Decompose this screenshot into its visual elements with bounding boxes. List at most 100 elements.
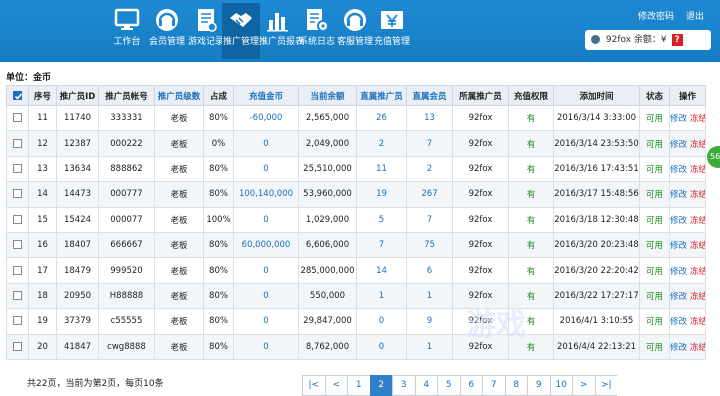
direct-promoters-cell[interactable]: 7 — [356, 231, 407, 259]
direct-promoters-cell[interactable]: 14 — [356, 257, 407, 284]
recharge-coins-cell[interactable]: 0 — [233, 155, 299, 183]
freeze-link[interactable]: 冻结 — [690, 114, 704, 124]
row-checkbox[interactable] — [13, 189, 22, 199]
direct-members-cell[interactable]: 9 — [406, 308, 453, 335]
page-button[interactable]: 8 — [504, 375, 527, 396]
unit-label: 单位：金币 — [6, 73, 52, 83]
edit-link[interactable]: 修改 — [671, 241, 688, 251]
direct-promoters-cell[interactable]: 0 — [356, 333, 407, 360]
page-button[interactable]: 10 — [549, 375, 572, 396]
freeze-link[interactable]: 冻结 — [690, 165, 704, 175]
nav-item-4[interactable]: 推广管理 — [222, 3, 260, 59]
actions-cell: 修改 冻结 — [669, 181, 706, 208]
nav-item-8[interactable]: 充值管理 — [373, 3, 411, 59]
add-time-cell: 2016/3/14 3:33:00 — [553, 104, 640, 132]
page-button[interactable]: 9 — [527, 375, 550, 396]
row-select-cell — [6, 181, 29, 208]
nav-item-2[interactable]: 会员管理 — [148, 3, 186, 59]
direct-promoters-cell[interactable]: 0 — [356, 308, 407, 335]
table-row: 13 13634 888862 老板 80% 0 25,510,000 11 2 92fox 有 20… — [6, 155, 706, 183]
account-cell: 000777 — [98, 181, 155, 208]
direct-members-cell[interactable]: 7 — [406, 130, 453, 157]
edit-link[interactable]: 修改 — [671, 140, 688, 150]
direct-members-cell[interactable]: 1 — [406, 333, 453, 360]
recharge-coins-cell[interactable]: 0 — [233, 257, 299, 284]
column-header[interactable]: 推广员级数 — [154, 85, 204, 106]
recharge-coins-cell[interactable]: 100,140,000 — [233, 181, 299, 208]
column-header[interactable]: 直属推广员 — [356, 85, 407, 106]
recharge-coins-cell[interactable]: 0 — [233, 333, 299, 360]
row-checkbox[interactable] — [13, 214, 22, 224]
share-cell: 80% — [203, 333, 234, 360]
side-float-button[interactable]: 56 — [707, 146, 720, 168]
recharge-coins-cell[interactable]: -60,000 — [233, 104, 299, 132]
nav-item-6[interactable]: 系统日志 — [298, 3, 336, 59]
column-header[interactable]: 充值金币 — [233, 85, 299, 106]
level-cell: 老板 — [154, 155, 204, 183]
edit-link[interactable]: 修改 — [671, 216, 688, 226]
row-checkbox[interactable] — [13, 240, 22, 250]
direct-promoters-cell[interactable]: 2 — [356, 130, 407, 157]
select-all-checkbox[interactable] — [13, 90, 23, 100]
page-button[interactable]: 1 — [347, 375, 370, 396]
nav-item-5[interactable]: 推广员报表 — [259, 3, 304, 59]
direct-promoters-cell[interactable]: 26 — [356, 104, 407, 132]
direct-members-cell[interactable]: 267 — [406, 181, 453, 208]
nav-item-7[interactable]: 客服管理 — [336, 3, 374, 59]
edit-link[interactable]: 修改 — [671, 190, 688, 200]
row-checkbox[interactable] — [13, 290, 22, 300]
recharge-coins-cell[interactable]: 0 — [233, 282, 299, 310]
column-header[interactable]: 直属会员 — [406, 85, 453, 106]
page-button[interactable]: >| — [594, 375, 617, 396]
row-checkbox[interactable] — [13, 265, 22, 275]
freeze-link[interactable]: 冻结 — [690, 140, 704, 150]
page-button[interactable]: |< — [302, 375, 325, 396]
direct-promoters-cell[interactable]: 19 — [356, 181, 407, 208]
freeze-link[interactable]: 冻结 — [690, 267, 704, 277]
direct-promoters-cell[interactable]: 1 — [356, 282, 407, 310]
page-button[interactable]: 3 — [392, 375, 415, 396]
page-button[interactable]: 5 — [437, 375, 460, 396]
direct-promoters-cell[interactable]: 5 — [356, 206, 407, 233]
direct-members-cell[interactable]: 7 — [406, 206, 453, 233]
logout-link[interactable]: 退出 — [686, 9, 704, 22]
direct-members-cell[interactable]: 75 — [406, 231, 453, 259]
page-button[interactable]: > — [572, 375, 595, 396]
actions-cell: 修改 冻结 — [669, 206, 706, 233]
direct-members-cell[interactable]: 2 — [406, 155, 453, 183]
row-checkbox[interactable] — [13, 113, 22, 123]
page-button[interactable]: 6 — [459, 375, 482, 396]
recharge-coins-cell[interactable]: 0 — [233, 130, 299, 157]
freeze-link[interactable]: 冻结 — [690, 216, 704, 226]
edit-link[interactable]: 修改 — [671, 165, 688, 175]
edit-link[interactable]: 修改 — [671, 267, 688, 277]
column-header[interactable]: 当前余额 — [298, 85, 357, 106]
page-button[interactable]: 2 — [369, 375, 392, 396]
row-checkbox[interactable] — [13, 163, 22, 173]
direct-members-cell[interactable]: 6 — [406, 257, 453, 284]
direct-promoters-cell[interactable]: 11 — [356, 155, 407, 183]
recharge-coins-cell[interactable]: 60,000,000 — [233, 231, 299, 259]
freeze-link[interactable]: 冻结 — [690, 241, 704, 251]
direct-members-cell[interactable]: 1 — [406, 282, 453, 310]
recharge-coins-cell[interactable]: 0 — [233, 206, 299, 233]
recharge-permission-cell: 有 — [508, 181, 554, 208]
direct-members-cell[interactable]: 13 — [406, 104, 453, 132]
select-all-header[interactable] — [6, 85, 29, 106]
recharge-coins-cell[interactable]: 0 — [233, 308, 299, 335]
change-password-link[interactable]: 修改密码 — [638, 9, 674, 22]
nav-item-1[interactable]: 工作台 — [108, 3, 146, 59]
account-cell: 666667 — [98, 231, 155, 259]
help-icon[interactable]: ? — [671, 34, 683, 46]
page-button[interactable]: 4 — [414, 375, 437, 396]
edit-link[interactable]: 修改 — [671, 114, 688, 124]
freeze-link[interactable]: 冻结 — [690, 190, 704, 200]
row-checkbox[interactable] — [13, 138, 22, 148]
page-button[interactable]: < — [324, 375, 347, 396]
nav-item-3[interactable]: 游戏记录 — [187, 3, 225, 59]
page-button[interactable]: 7 — [482, 375, 505, 396]
row-checkbox[interactable] — [13, 341, 22, 351]
row-checkbox[interactable] — [13, 316, 22, 326]
row-select-cell — [6, 104, 29, 132]
nav-item-label: 工作台 — [113, 37, 141, 47]
